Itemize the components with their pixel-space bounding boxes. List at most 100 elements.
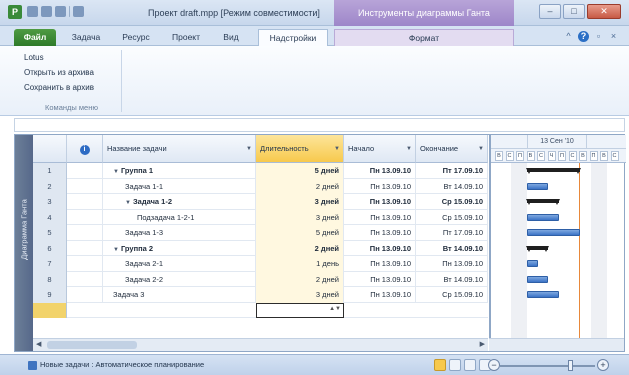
tab-resource[interactable]: Ресурс [116, 29, 156, 46]
select-all-corner[interactable] [33, 135, 67, 163]
start-cell[interactable]: Пн 13.09.10 [344, 240, 416, 256]
task-bar[interactable] [527, 182, 548, 190]
summary-bar[interactable] [526, 199, 559, 205]
scroll-left-arrow[interactable]: ◀ [36, 340, 41, 348]
start-cell[interactable]: Пн 13.09.10 [344, 163, 416, 179]
row-number[interactable]: 2 [33, 178, 67, 194]
row-number[interactable]: 5 [33, 225, 67, 241]
undo-icon[interactable] [41, 6, 52, 17]
tab-project[interactable]: Проект [166, 29, 206, 46]
duration-cell[interactable]: 2 дней [256, 178, 344, 194]
duration-cell[interactable]: 2 дней [256, 240, 344, 256]
save-to-archive-item[interactable]: Сохранить в архив [24, 80, 121, 95]
tab-view[interactable]: Вид [216, 29, 246, 46]
zoom-out-button[interactable]: − [488, 359, 500, 371]
table-row[interactable]: 5 Задача 1-3 5 дней Пн 13.09.10 Пт 17.09.10 [33, 225, 488, 241]
team-planner-button[interactable] [464, 359, 476, 371]
project-app-icon[interactable]: P [8, 5, 22, 19]
save-icon[interactable] [27, 6, 38, 17]
duration-cell[interactable]: 3 дней [256, 209, 344, 225]
start-cell[interactable]: Пн 13.09.10 [344, 271, 416, 287]
lotus-menu-item[interactable]: Lotus [24, 50, 121, 65]
scroll-thumb[interactable] [47, 341, 137, 349]
table-row[interactable]: 4 Подзадача 1-2-1 3 дней Пн 13.09.10 Ср 15.0… [33, 209, 488, 225]
row-number[interactable] [33, 302, 67, 318]
start-cell[interactable]: Пн 13.09.10 [344, 225, 416, 241]
finish-cell[interactable]: Вт 14.09.10 [416, 271, 488, 287]
table-row[interactable]: 2 Задача 1-1 2 дней Пн 13.09.10 Вт 14.09.10 [33, 178, 488, 194]
zoom-slider-thumb[interactable] [568, 360, 573, 371]
table-row[interactable]: 1 ▼ Группа 15 дней Пн 13.09.10 Пт 17.09.10 [33, 163, 488, 179]
maximize-button[interactable]: □ [563, 4, 585, 19]
finish-cell[interactable]: Ср 15.09.10 [416, 194, 488, 210]
finish-cell[interactable]: Пт 17.09.10 [416, 163, 488, 179]
task-name-cell[interactable]: Подзадача 1-2-1 [103, 209, 256, 225]
duration-cell[interactable]: 5 дней [256, 163, 344, 179]
entry-bar[interactable] [14, 118, 625, 132]
duration-cell[interactable]: 5 дней [256, 225, 344, 241]
row-number[interactable]: 3 [33, 194, 67, 210]
row-number[interactable]: 6 [33, 240, 67, 256]
task-name-cell[interactable]: Задача 3 [103, 287, 256, 303]
summary-bar[interactable] [526, 245, 549, 252]
zoom-in-button[interactable]: + [597, 359, 609, 371]
task-name-cell[interactable]: ▼ Группа 1 [103, 163, 256, 179]
scroll-right-arrow[interactable]: ▶ [480, 340, 485, 348]
help-icon[interactable]: ? [578, 31, 589, 42]
start-cell[interactable]: Пн 13.09.10 [344, 178, 416, 194]
task-name-cell[interactable]: ▼ Группа 2 [103, 240, 256, 256]
tab-addins[interactable]: Надстройки [258, 29, 328, 46]
tab-format[interactable]: Формат [334, 29, 514, 46]
row-number[interactable]: 1 [33, 163, 67, 179]
table-horizontal-scrollbar[interactable]: ◀ ▶ [33, 338, 488, 351]
new-task-row[interactable]: ▲▼ [33, 302, 488, 318]
task-name-cell[interactable]: Задача 1-1 [103, 178, 256, 194]
tab-file[interactable]: Файл [14, 29, 56, 46]
finish-cell[interactable]: Пн 13.09.10 [416, 256, 488, 272]
table-row[interactable]: 6 ▼ Группа 22 дней Пн 13.09.10 Вт 14.09.10 [33, 240, 488, 256]
open-from-archive-item[interactable]: Открыть из архива [24, 65, 121, 80]
row-number[interactable]: 4 [33, 209, 67, 225]
table-row[interactable]: 9 Задача 3 3 дней Пн 13.09.10 Ср 15.09.10 [33, 287, 488, 303]
task-bar[interactable] [527, 213, 559, 221]
chevron-down-icon[interactable]: ▼ [478, 135, 484, 162]
finish-cell[interactable]: Ср 15.09.10 [416, 287, 488, 303]
start-cell[interactable]: Пн 13.09.10 [344, 194, 416, 210]
chevron-down-icon[interactable]: ▼ [406, 135, 412, 162]
chevron-down-icon[interactable]: ▼ [334, 135, 340, 162]
start-cell[interactable]: Пн 13.09.10 [344, 256, 416, 272]
duration-edit-input[interactable]: ▲▼ [256, 302, 344, 318]
chevron-down-icon[interactable]: ▼ [246, 135, 252, 162]
task-usage-button[interactable] [449, 359, 461, 371]
duration-cell[interactable]: 3 дней [256, 194, 344, 210]
duration-column-header[interactable]: Длительность ▼ [256, 135, 344, 163]
finish-cell[interactable]: Пт 17.09.10 [416, 225, 488, 241]
zoom-slider-track[interactable] [500, 365, 595, 367]
duration-cell[interactable]: 2 дней [256, 271, 344, 287]
collapse-icon[interactable]: ▼ [113, 169, 119, 175]
task-mode-status[interactable]: Новые задачи : Автоматическое планирован… [40, 360, 204, 369]
row-number[interactable]: 7 [33, 256, 67, 272]
finish-cell[interactable]: Вт 14.09.10 [416, 240, 488, 256]
minimize-ribbon-icon[interactable]: ^ [563, 31, 574, 42]
task-name-cell[interactable]: Задача 1-3 [103, 225, 256, 241]
spinner-icon[interactable]: ▲▼ [329, 306, 341, 312]
task-bar[interactable] [527, 291, 559, 298]
start-cell[interactable]: Пн 13.09.10 [344, 209, 416, 225]
table-row[interactable]: 7 Задача 2-1 1 день Пн 13.09.10 Пн 13.09.10 [33, 256, 488, 272]
task-bar[interactable] [527, 260, 538, 267]
duration-cell[interactable]: 1 день [256, 256, 344, 272]
row-number[interactable]: 9 [33, 287, 67, 303]
finish-cell[interactable]: Вт 14.09.10 [416, 178, 488, 194]
table-row[interactable]: 3 ▼ Задача 1-2 3 дней Пн 13.09.10 Ср 15.09.10 [33, 194, 488, 210]
task-bar[interactable] [527, 275, 548, 283]
task-name-cell[interactable]: ▼ Задача 1-2 [103, 194, 256, 210]
gantt-view-button[interactable] [434, 359, 446, 371]
finish-cell[interactable]: Ср 15.09.10 [416, 209, 488, 225]
minimize-button[interactable]: – [539, 4, 561, 19]
task-name-cell[interactable]: Задача 2-1 [103, 256, 256, 272]
close-button[interactable]: ✕ [587, 4, 621, 19]
table-row[interactable]: 8 Задача 2-2 2 дней Пн 13.09.10 Вт 14.09.10 [33, 271, 488, 287]
finish-column-header[interactable]: Окончание ▼ [416, 135, 488, 163]
task-bar[interactable] [527, 229, 580, 236]
